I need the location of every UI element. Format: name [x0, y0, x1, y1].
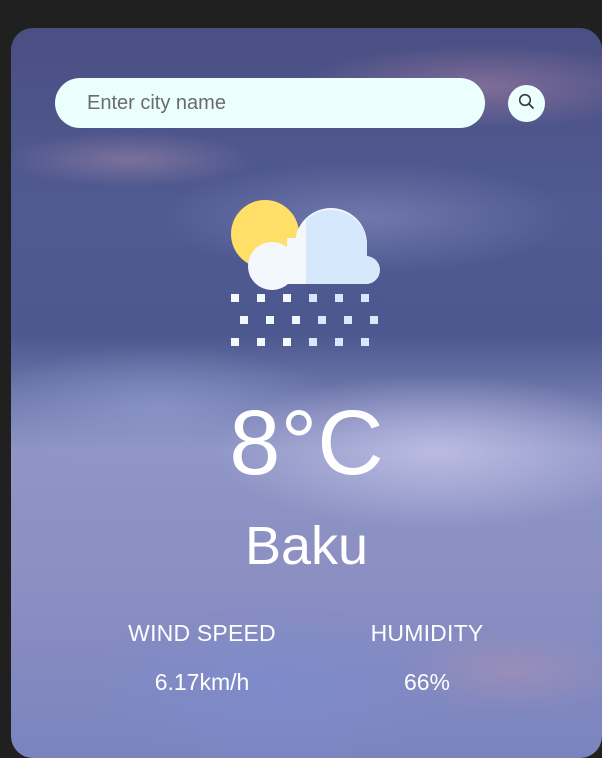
wind-speed-label: WIND SPEED [128, 620, 276, 646]
snow-cloud-sun-icon [227, 198, 387, 354]
search-button[interactable] [508, 85, 545, 122]
city-search-input[interactable] [55, 78, 485, 128]
humidity-label: HUMIDITY [370, 620, 484, 646]
wind-speed-stat: WIND SPEED 6.17km/h [82, 618, 322, 697]
city-name: Baku [244, 516, 369, 576]
humidity-value: 66% [403, 669, 451, 695]
wind-speed-value: 6.17km/h [154, 669, 250, 695]
temperature-value: 8°C [229, 392, 384, 494]
humidity-stat: HUMIDITY 66% [307, 618, 547, 697]
weather-card: 8°C Baku WIND SPEED 6.17km/h HUMIDITY 66… [11, 28, 602, 758]
search-icon [518, 93, 535, 115]
